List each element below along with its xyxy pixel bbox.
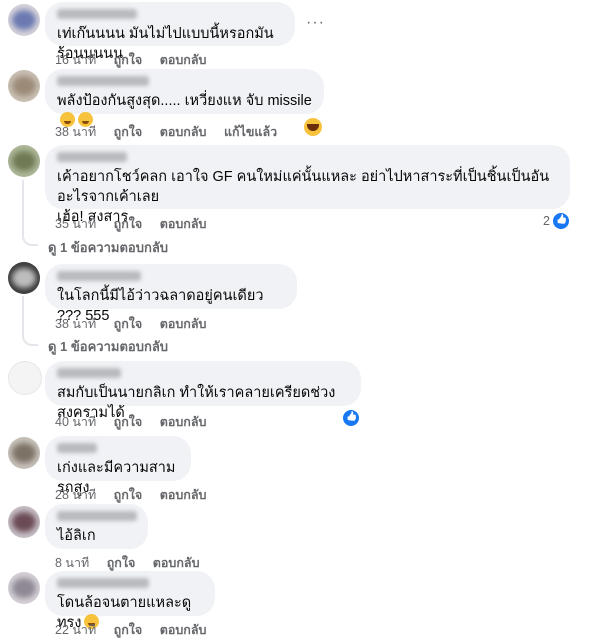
timestamp[interactable]: 22 นาที <box>55 623 96 637</box>
view-replies-link[interactable]: ดู 1 ข้อความตอบกลับ <box>48 237 168 258</box>
reply-link[interactable]: ตอบกลับ <box>160 217 207 231</box>
reply-link[interactable]: ตอบกลับ <box>160 488 207 502</box>
edited-label[interactable]: แก้ไขแล้ว <box>224 125 277 139</box>
comment-bubble: ในโลกนี้มีไอ้ว่าวฉลาดอยู่คนเดียว ??? 555 <box>45 264 297 324</box>
avatar[interactable] <box>8 437 40 469</box>
author-name-blurred[interactable] <box>57 578 149 588</box>
like-icon[interactable] <box>341 408 361 428</box>
author-name-blurred[interactable] <box>57 76 149 86</box>
author-name-blurred[interactable] <box>57 511 137 521</box>
like-link[interactable]: ถูกใจ <box>114 317 143 331</box>
avatar[interactable] <box>8 145 40 177</box>
like-link[interactable]: ถูกใจ <box>114 415 143 429</box>
reply-link[interactable]: ตอบกลับ <box>160 125 207 139</box>
timestamp[interactable]: 8 นาที <box>55 556 89 570</box>
reply-link[interactable]: ตอบกลับ <box>153 556 200 570</box>
more-options-icon[interactable]: ··· <box>306 14 325 32</box>
avatar[interactable] <box>8 361 42 395</box>
comment-bubble: เค้าอยากโชว์คลก เอาใจ GF คนใหม่แค่นั้นแห… <box>45 145 570 225</box>
reply-link[interactable]: ตอบกลับ <box>160 415 207 429</box>
comment-bubble: สมกับเป็นนายกลิเก ทำให้เราคลายเครียดช่วง… <box>45 361 361 421</box>
comment-meta: 38 นาที ถูกใจ ตอบกลับ แก้ไขแล้ว <box>55 122 291 142</box>
comment-text: พลังป้องกันสูงสุด..... เหวี่ยงแห จับ mis… <box>57 93 312 109</box>
timestamp[interactable]: 35 นาที <box>55 217 96 231</box>
avatar[interactable] <box>8 4 40 36</box>
like-link[interactable]: ถูกใจ <box>114 217 143 231</box>
timestamp[interactable]: 38 นาที <box>55 125 96 139</box>
comment-meta: 16 นาที ถูกใจ ตอบกลับ <box>55 50 220 70</box>
avatar[interactable] <box>8 70 40 102</box>
like-link[interactable]: ถูกใจ <box>114 488 143 502</box>
reaction-count[interactable]: 2 <box>543 214 550 228</box>
timestamp[interactable]: 40 นาที <box>55 415 96 429</box>
avatar[interactable] <box>8 262 40 294</box>
like-link[interactable]: ถูกใจ <box>114 125 143 139</box>
author-name-blurred[interactable] <box>57 152 127 162</box>
timestamp[interactable]: 38 นาที <box>55 317 96 331</box>
comment-bubble: เก่งและมีความสามรถสูง <box>45 436 191 496</box>
comment-bubble: ไอ้ลิเก <box>45 504 148 549</box>
timestamp[interactable]: 28 นาที <box>55 488 96 502</box>
author-name-blurred[interactable] <box>57 9 137 19</box>
comment-meta: 28 นาที ถูกใจ ตอบกลับ <box>55 485 220 505</box>
timestamp[interactable]: 16 นาที <box>55 53 96 67</box>
view-replies-link[interactable]: ดู 1 ข้อความตอบกลับ <box>48 336 168 357</box>
like-icon[interactable] <box>551 211 571 231</box>
comment-meta: 38 นาที ถูกใจ ตอบกลับ <box>55 314 220 334</box>
avatar[interactable] <box>8 506 40 538</box>
comment-bubble: พลังป้องกันสูงสุด..... เหวี่ยงแห จับ mis… <box>45 69 324 127</box>
like-link[interactable]: ถูกใจ <box>114 623 143 637</box>
reply-link[interactable]: ตอบกลับ <box>160 623 207 637</box>
comment-meta: 40 นาที ถูกใจ ตอบกลับ <box>55 412 220 432</box>
reply-link[interactable]: ตอบกลับ <box>160 53 207 67</box>
like-link[interactable]: ถูกใจ <box>114 53 143 67</box>
author-name-blurred[interactable] <box>57 271 141 281</box>
like-link[interactable]: ถูกใจ <box>107 556 136 570</box>
reply-thread-line <box>22 296 38 346</box>
author-name-blurred[interactable] <box>57 368 121 378</box>
reply-link[interactable]: ตอบกลับ <box>160 317 207 331</box>
author-name-blurred[interactable] <box>57 443 97 453</box>
laugh-reaction-icon[interactable] <box>304 118 322 136</box>
comment-meta: 35 นาที ถูกใจ ตอบกลับ <box>55 214 220 234</box>
reply-thread-line <box>22 180 38 246</box>
comment-bubble: เท่เก๊นนนน มันไม่ไปแบบนี้หรอกมันร้อนนนนน <box>45 2 295 62</box>
comment-text: ไอ้ลิเก <box>57 528 96 544</box>
comment-bubble: โดนล้อจนตายแหละดูทรง <box>45 571 215 631</box>
avatar[interactable] <box>8 572 40 604</box>
comment-meta: 8 นาที ถูกใจ ตอบกลับ <box>55 553 214 573</box>
comment-meta: 22 นาที ถูกใจ ตอบกลับ <box>55 620 220 640</box>
